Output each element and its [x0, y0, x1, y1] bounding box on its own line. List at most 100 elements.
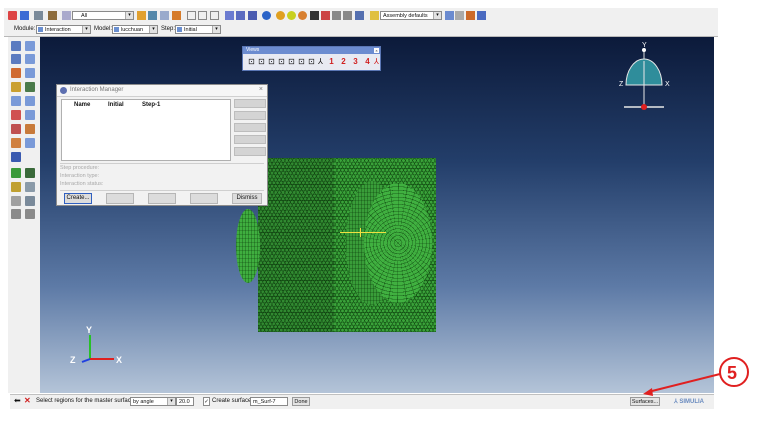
- constraint-manager-icon[interactable]: [25, 68, 35, 78]
- cancel-icon[interactable]: ✕: [24, 396, 31, 405]
- copy-icon[interactable]: [160, 11, 169, 20]
- create-constraint-icon[interactable]: [11, 68, 21, 78]
- left-cylinder[interactable]: [236, 209, 260, 283]
- view-top-icon[interactable]: ⊡: [287, 57, 296, 67]
- deactivate-button[interactable]: [234, 147, 266, 156]
- user-view-4-button[interactable]: 4: [363, 57, 372, 67]
- edit-button[interactable]: [234, 99, 266, 108]
- rename-button[interactable]: [148, 193, 176, 204]
- interaction-manager-dialog: Interaction Manager × Name Initial Step-…: [56, 84, 268, 206]
- filter-icon[interactable]: [48, 11, 57, 20]
- new-model-icon[interactable]: [8, 11, 17, 20]
- list-icon[interactable]: [34, 11, 43, 20]
- view-right-icon[interactable]: ⊡: [277, 57, 286, 67]
- datum-point-icon[interactable]: [11, 168, 21, 178]
- selection-method-combo[interactable]: by angle ▾: [130, 397, 176, 406]
- connector-assignment-icon[interactable]: [25, 82, 35, 92]
- user-view-2-button[interactable]: 2: [339, 57, 348, 67]
- move-right-button[interactable]: [234, 123, 266, 132]
- reference-point-icon[interactable]: [11, 152, 21, 162]
- fastener-manager-icon[interactable]: [25, 138, 35, 148]
- prompt-message: Select regions for the master surface: [36, 398, 135, 404]
- create-button[interactable]: Create...: [64, 193, 92, 204]
- surface-name-input[interactable]: m_Surf-7: [250, 397, 288, 406]
- display-group-icon[interactable]: [355, 11, 364, 20]
- view-cube[interactable]: Y Z X: [614, 39, 680, 111]
- box-hidden-icon[interactable]: [210, 11, 219, 20]
- interaction-manager-icon[interactable]: [25, 41, 35, 51]
- special-icon[interactable]: [11, 124, 21, 134]
- activate-button[interactable]: [234, 135, 266, 144]
- user-view-1-button[interactable]: 1: [327, 57, 336, 67]
- chevron-down-icon: ▾: [433, 12, 441, 19]
- render-hidden-icon[interactable]: [248, 11, 257, 20]
- datum-csys-icon[interactable]: [25, 182, 35, 192]
- box-icon[interactable]: [187, 11, 196, 20]
- create-surface-checkbox[interactable]: ✓: [203, 397, 210, 406]
- tree-icon[interactable]: [25, 196, 35, 206]
- interactions-table[interactable]: Name Initial Step-1: [61, 99, 231, 161]
- datum-plane-icon[interactable]: [11, 182, 21, 192]
- create-connector-icon[interactable]: [11, 82, 21, 92]
- fastener-icon[interactable]: [11, 138, 21, 148]
- model-combo[interactable]: lucchuan ▾: [112, 25, 158, 34]
- cursor-icon[interactable]: [310, 11, 319, 20]
- rotate-icon[interactable]: [321, 11, 330, 20]
- sphere-icon[interactable]: [276, 11, 285, 20]
- query-icon[interactable]: [148, 11, 157, 20]
- move-left-button[interactable]: [234, 111, 266, 120]
- step-combo[interactable]: Initial ▾: [175, 25, 221, 34]
- close-icon[interactable]: ×: [259, 86, 263, 93]
- pick-icon[interactable]: [137, 11, 146, 20]
- view-bottom-icon[interactable]: ⊡: [297, 57, 306, 67]
- length-icon[interactable]: [11, 196, 21, 206]
- done-button[interactable]: Done: [292, 397, 310, 406]
- render-wire-icon[interactable]: [236, 11, 245, 20]
- create-property-icon[interactable]: [11, 54, 21, 64]
- undo-icon[interactable]: [332, 11, 341, 20]
- sort-icon[interactable]: [20, 11, 29, 20]
- assembly-icon[interactable]: [370, 11, 379, 20]
- view-left-icon[interactable]: ⊡: [267, 57, 276, 67]
- view-axes-red-icon[interactable]: ⅄: [372, 57, 381, 67]
- color-dropdown-icon[interactable]: [455, 11, 464, 20]
- sphere-light-icon[interactable]: [287, 11, 296, 20]
- section-manager-icon[interactable]: [25, 96, 35, 106]
- sphere-orange-icon[interactable]: [298, 11, 307, 20]
- step-procedure-label: Step procedure:: [60, 165, 100, 171]
- view-back-icon[interactable]: ⊡: [257, 57, 266, 67]
- datum-axis-icon[interactable]: [25, 168, 35, 178]
- view-axes-icon[interactable]: ⅄: [316, 57, 325, 67]
- create-wire-icon[interactable]: [11, 110, 21, 120]
- box-outline-icon[interactable]: [198, 11, 207, 20]
- connector-section-icon[interactable]: [11, 96, 21, 106]
- crack-icon[interactable]: [25, 124, 35, 134]
- dismiss-button[interactable]: Dismiss: [232, 193, 262, 204]
- property-manager-icon[interactable]: [25, 54, 35, 64]
- render-shaded-icon[interactable]: [225, 11, 234, 20]
- view-front-icon[interactable]: ⊡: [247, 57, 256, 67]
- user-view-3-button[interactable]: 3: [351, 57, 360, 67]
- right-cylinder-end-face[interactable]: [364, 183, 432, 303]
- delete-button[interactable]: [190, 193, 218, 204]
- copy-button[interactable]: [106, 193, 134, 204]
- create-interaction-icon[interactable]: [11, 41, 21, 51]
- select-icon[interactable]: [62, 11, 71, 20]
- close-icon[interactable]: ×: [374, 48, 379, 53]
- color-code-icon[interactable]: [466, 11, 475, 20]
- module-combo[interactable]: Interaction ▾: [36, 25, 91, 34]
- window-icon[interactable]: [477, 11, 486, 20]
- cube-left-face[interactable]: [258, 158, 334, 332]
- redo-icon[interactable]: [343, 11, 352, 20]
- assembly-display-combo[interactable]: Assembly defaults ▾: [380, 11, 442, 20]
- selection-filter-combo[interactable]: All ▾: [72, 11, 134, 20]
- angle-input[interactable]: 20.0: [176, 397, 194, 406]
- wire-manager-icon[interactable]: [25, 110, 35, 120]
- back-arrow-icon[interactable]: ⬅: [14, 396, 21, 405]
- view-iso-icon[interactable]: ⊡: [307, 57, 316, 67]
- attach-icon[interactable]: [11, 209, 21, 219]
- split-icon[interactable]: [25, 209, 35, 219]
- info-icon[interactable]: [262, 11, 271, 20]
- colors-icon[interactable]: [445, 11, 454, 20]
- highlight-icon[interactable]: [172, 11, 181, 20]
